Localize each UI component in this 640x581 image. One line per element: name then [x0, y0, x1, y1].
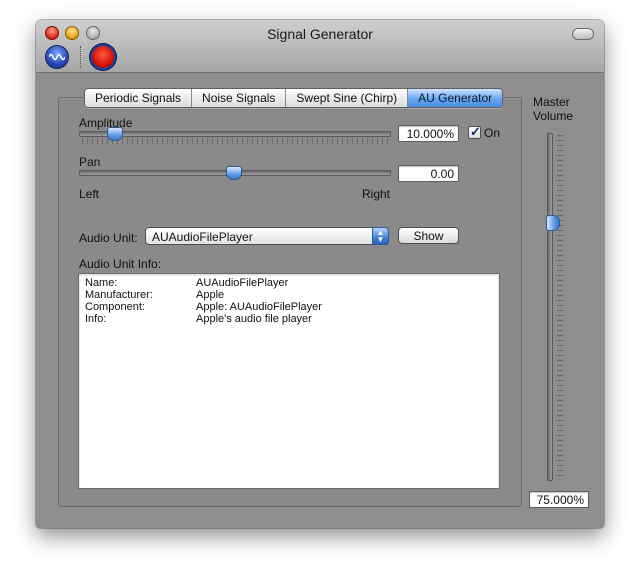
master-volume-slider-ticks: [557, 135, 563, 477]
tab-noise-signals[interactable]: Noise Signals: [192, 89, 287, 107]
amplitude-value-field[interactable]: 10.000%: [398, 125, 459, 142]
pan-label: Pan: [79, 155, 101, 169]
audio-unit-info-box[interactable]: Name: AUAudioFilePlayer Manufacturer: Ap…: [78, 273, 500, 489]
toolbar-separator: [80, 46, 82, 68]
tab-au-generator[interactable]: AU Generator: [408, 89, 503, 107]
audio-unit-label: Audio Unit:: [79, 231, 138, 245]
amplitude-slider-track[interactable]: [79, 131, 391, 137]
generator-tab-bar: Periodic Signals Noise Signals Swept Sin…: [84, 88, 504, 108]
amplitude-slider-ticks: [82, 138, 388, 144]
record-icon[interactable]: [92, 46, 114, 68]
toolbar-toggle-button[interactable]: [572, 28, 594, 40]
on-checkbox[interactable]: ✓: [468, 124, 481, 139]
on-checkbox-label: On: [484, 126, 501, 140]
master-volume-label-line2: Volume: [533, 109, 574, 123]
amplitude-slider-thumb[interactable]: [107, 127, 123, 141]
waveform-icon[interactable]: [46, 46, 68, 68]
master-volume-label-line1: Master: [533, 95, 570, 109]
audio-unit-selected-value: AUAudioFilePlayer: [152, 230, 253, 244]
amplitude-label: Amplitude: [79, 116, 133, 130]
audio-unit-info-label: Audio Unit Info:: [79, 257, 162, 271]
window-content: Periodic Signals Noise Signals Swept Sin…: [36, 73, 604, 528]
audio-unit-popup[interactable]: AUAudioFilePlayer ▲ ▼: [145, 227, 389, 245]
pan-right-label: Right: [362, 187, 391, 201]
checkmark-icon: ✓: [470, 124, 481, 139]
tab-swept-sine[interactable]: Swept Sine (Chirp): [286, 89, 409, 107]
master-volume-slider-thumb[interactable]: [546, 215, 560, 231]
title-bar: Signal Generator: [36, 20, 604, 73]
pan-value-field[interactable]: 0.00: [398, 165, 459, 182]
pan-left-label: Left: [79, 187, 100, 201]
master-volume-value-field[interactable]: 75.000%: [529, 491, 589, 508]
signal-generator-window: Signal Generator Periodic Signals Noise …: [36, 20, 604, 528]
pan-slider-thumb[interactable]: [226, 166, 242, 180]
master-volume-slider-track[interactable]: [547, 133, 553, 481]
tab-periodic-signals[interactable]: Periodic Signals: [85, 89, 193, 107]
show-button[interactable]: Show: [398, 227, 459, 244]
window-title: Signal Generator: [267, 26, 373, 42]
popup-arrows-icon: ▲ ▼: [372, 227, 389, 245]
